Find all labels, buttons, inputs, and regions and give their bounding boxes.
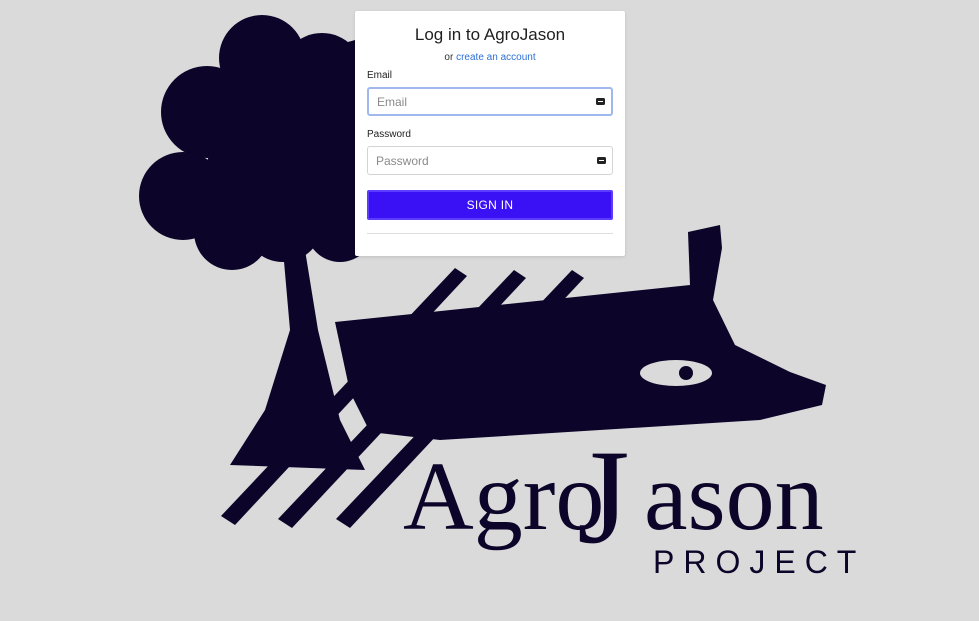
brand-word-project: PROJECT [653, 544, 866, 580]
login-card: Log in to AgroJason or create an account… [355, 11, 625, 256]
password-label: Password [367, 129, 411, 140]
login-title: Log in to AgroJason [414, 25, 566, 44]
email-label: Email [367, 70, 393, 81]
create-account-link[interactable]: create an account [456, 52, 536, 63]
email-input[interactable] [377, 89, 587, 114]
email-field-wrapper [367, 87, 613, 116]
password-input[interactable] [376, 147, 586, 174]
eye-icon [640, 360, 712, 386]
eye-pupil [679, 366, 693, 380]
password-key-icon[interactable] [596, 97, 605, 105]
card-divider [367, 233, 613, 234]
brand-letter-j: J [577, 423, 630, 572]
brand-word-agro: Agro [403, 443, 605, 551]
sign-in-button[interactable]: SIGN IN [367, 190, 613, 220]
password-key-icon[interactable] [597, 156, 606, 164]
password-field-wrapper [367, 146, 613, 175]
login-page: Agro J ason PROJECT Log in to AgroJason … [0, 0, 979, 621]
login-subtitle-prefix: or [444, 52, 454, 63]
login-subtitle: or create an account [355, 52, 625, 63]
brand-word-ason: ason [644, 443, 824, 551]
